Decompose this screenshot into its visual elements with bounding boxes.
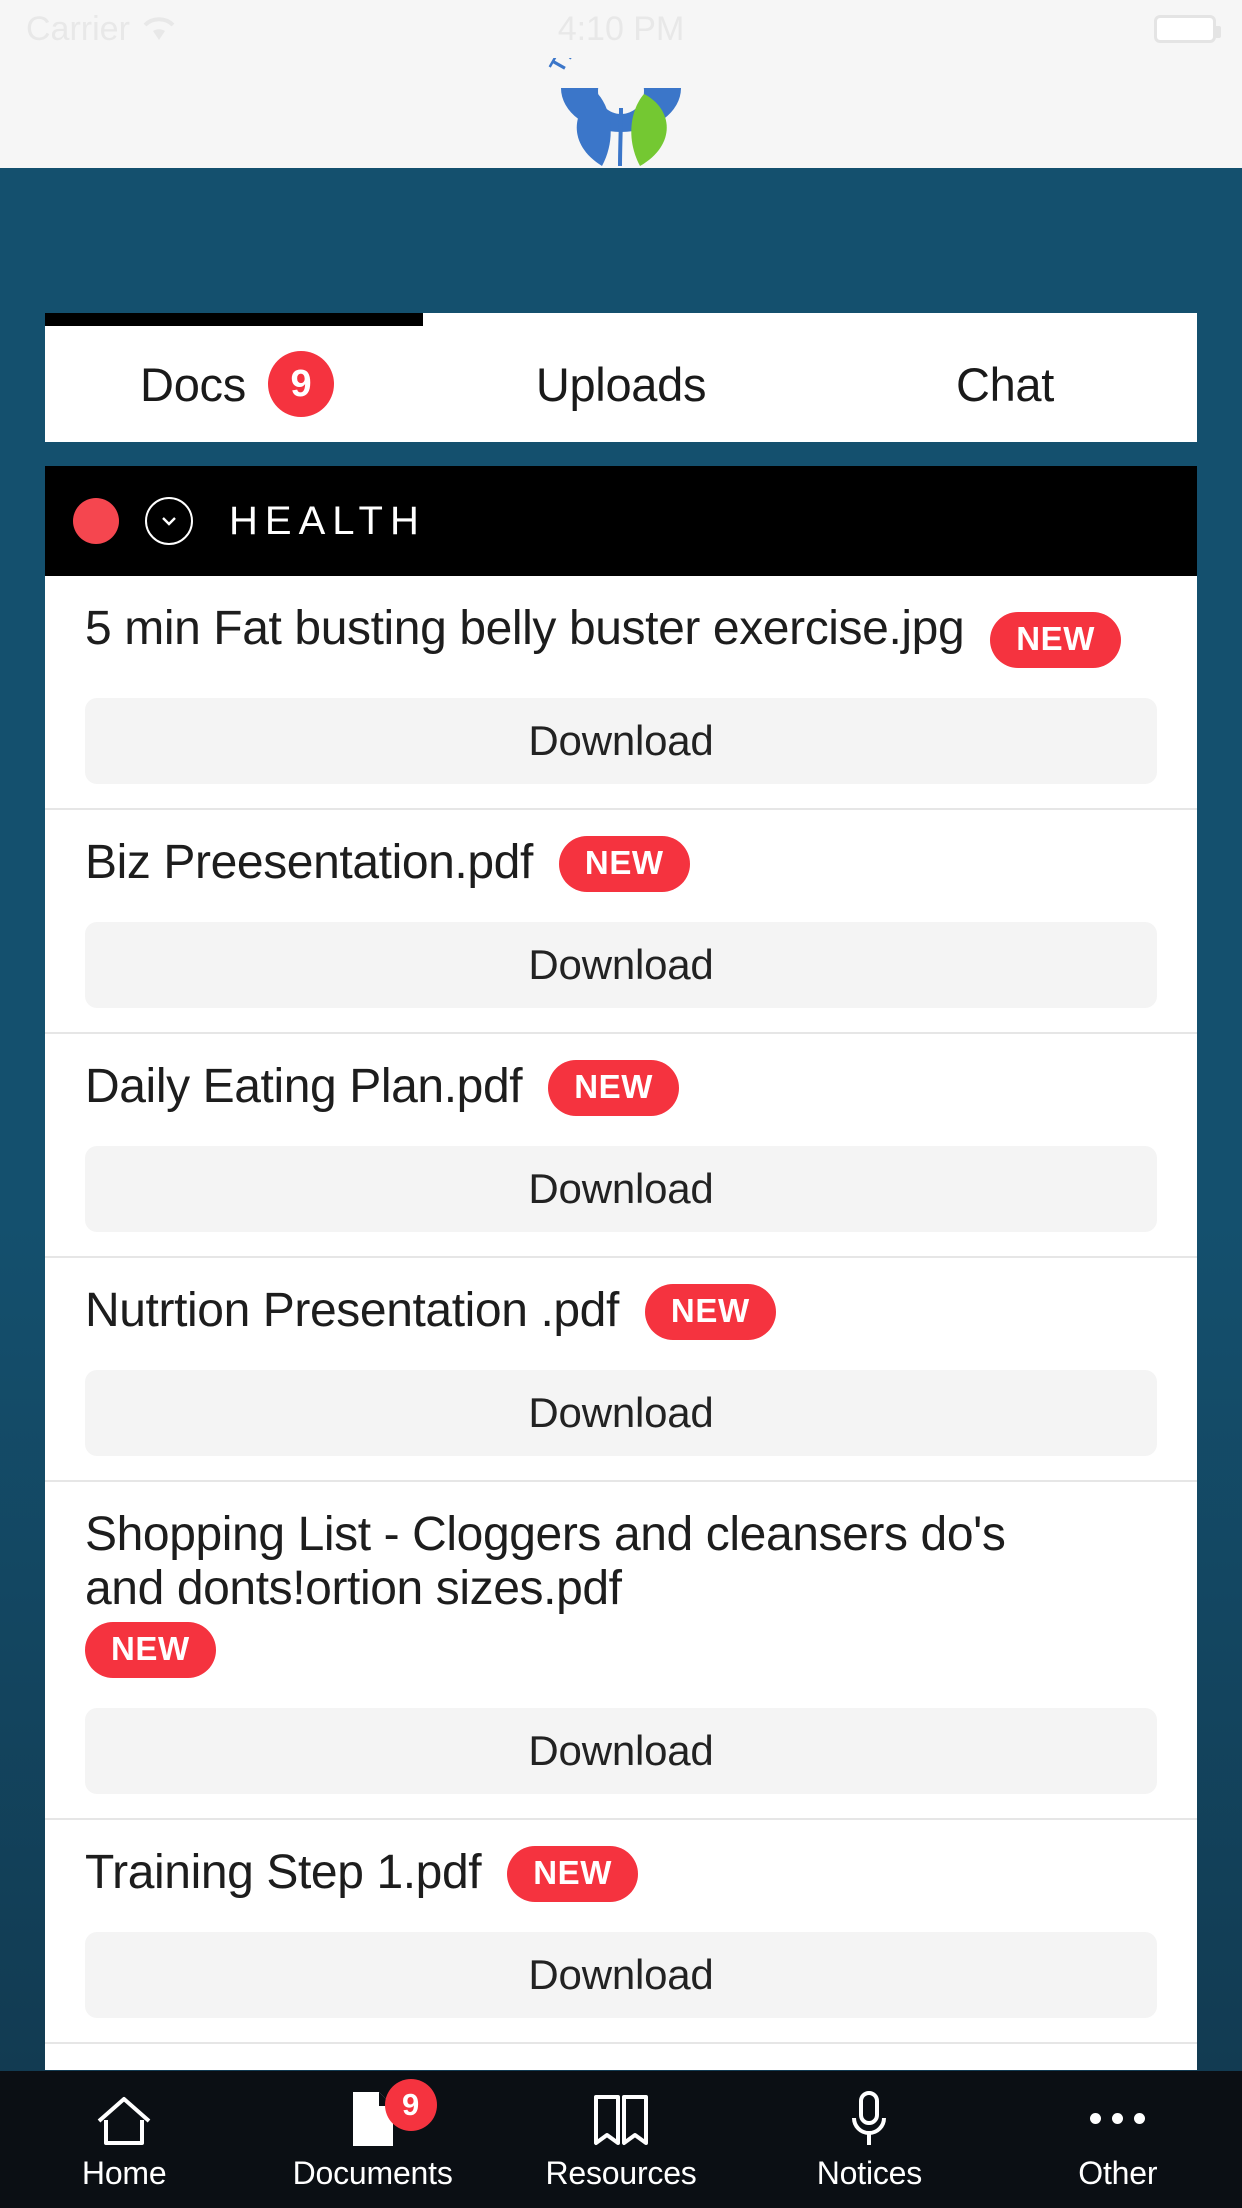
nav-documents-badge: 9 [384, 2079, 437, 2131]
top-tab-bar: Docs 9 Uploads Chat [45, 313, 1197, 442]
list-item[interactable]: Daily Eating Plan.pdf NEW Download [45, 1034, 1197, 1258]
list-item[interactable]: 5 min Fat busting belly buster exercise.… [45, 576, 1197, 810]
document-title-row: Training Step 1.pdf NEW [85, 1845, 1157, 1902]
nav-item-home-label: Home [81, 2155, 167, 2191]
document-name: Nutrtion Presentation .pdf [85, 1284, 619, 1337]
status-badge: NEW [990, 612, 1122, 668]
tab-chat[interactable]: Chat [813, 326, 1197, 442]
section-header-health[interactable]: HEALTH [45, 466, 1197, 576]
download-button[interactable]: Download [85, 1370, 1157, 1456]
ellipsis-icon [1090, 2087, 1146, 2149]
document-title-row: Daily Eating Plan.pdf NEW [85, 1060, 1157, 1116]
battery-icon [1154, 15, 1221, 43]
tab-docs-badge: 9 [267, 351, 334, 417]
document-title-row: Shopping List - Cloggers and cleansers d… [85, 1508, 1157, 1678]
nav-item-other-label: Other [1078, 2155, 1158, 2191]
nav-item-home[interactable]: Home [0, 2071, 248, 2208]
document-name: Training Step 1.pdf [85, 1845, 482, 1899]
document-title-row: 5 min Fat busting belly buster exercise.… [85, 602, 1157, 668]
active-tab-indicator [45, 313, 423, 326]
download-button[interactable]: Download [85, 1146, 1157, 1232]
status-badge: NEW [548, 1060, 679, 1116]
status-bar-time: 4:10 PM [557, 9, 685, 48]
list-item[interactable]: Shopping List - Cloggers and cleansers d… [45, 1482, 1197, 1820]
download-button[interactable]: Download [85, 1707, 1157, 1794]
status-bar-right [1154, 15, 1221, 43]
document-name: Shopping List - Cloggers and cleansers d… [85, 1508, 1006, 1615]
unread-dot-icon [73, 498, 119, 544]
document-name: 5 min Fat busting belly buster exercise.… [85, 602, 965, 655]
document-name: Daily Eating Plan.pdf [85, 1060, 523, 1113]
chevron-down-icon[interactable] [145, 497, 193, 545]
status-badge: NEW [507, 1845, 639, 1902]
download-button[interactable]: Download [85, 698, 1157, 784]
document-icon: 9 [347, 2079, 437, 2149]
nav-item-resources-label: Resources [545, 2155, 697, 2191]
list-item[interactable]: Biz Preesentation.pdf NEW Download [45, 810, 1197, 1034]
nav-item-notices-label: Notices [816, 2155, 923, 2191]
home-icon [93, 2087, 155, 2149]
bottom-navigation-bar: Home 9 Documents Resources Notices Other [0, 2071, 1242, 2208]
nav-item-other[interactable]: Other [994, 2071, 1242, 2208]
document-title-row: Nutrtion Presentation .pdf NEW [85, 1284, 1157, 1340]
document-name: Biz Preesentation.pdf [85, 836, 533, 889]
app-logo-header: THRIVE 25 [0, 58, 1242, 168]
section-title: HEALTH [229, 498, 426, 543]
thrive-25-logo: THRIVE 25 [536, 58, 706, 168]
document-title-row: Biz Preesentation.pdf NEW [85, 836, 1157, 892]
nav-item-documents-label: Documents [292, 2155, 453, 2191]
tab-uploads-label: Uploads [535, 357, 707, 411]
documents-card: HEALTH 5 min Fat busting belly buster ex… [45, 466, 1197, 2070]
book-icon [590, 2087, 652, 2149]
download-button[interactable]: Download [85, 1931, 1157, 2018]
status-bar: Carrier 4:10 PM [0, 0, 1242, 58]
microphone-icon [847, 2087, 891, 2149]
status-badge: NEW [558, 836, 690, 892]
tab-chat-label: Chat [955, 357, 1055, 411]
list-item[interactable]: Nutrtion Presentation .pdf NEW Download [45, 1258, 1197, 1482]
tab-docs-label: Docs [140, 357, 246, 411]
nav-item-documents[interactable]: 9 Documents [248, 2071, 496, 2208]
list-item[interactable]: Training Step 1.pdf NEW Download [45, 1820, 1197, 2044]
download-button[interactable]: Download [85, 922, 1157, 1008]
status-badge: NEW [85, 1621, 216, 1678]
tab-uploads[interactable]: Uploads [429, 326, 813, 442]
nav-item-notices[interactable]: Notices [745, 2071, 993, 2208]
top-tab-list: Docs 9 Uploads Chat [45, 326, 1197, 442]
status-badge: NEW [644, 1284, 776, 1340]
nav-item-resources[interactable]: Resources [497, 2071, 745, 2208]
tab-docs[interactable]: Docs 9 [45, 326, 429, 442]
